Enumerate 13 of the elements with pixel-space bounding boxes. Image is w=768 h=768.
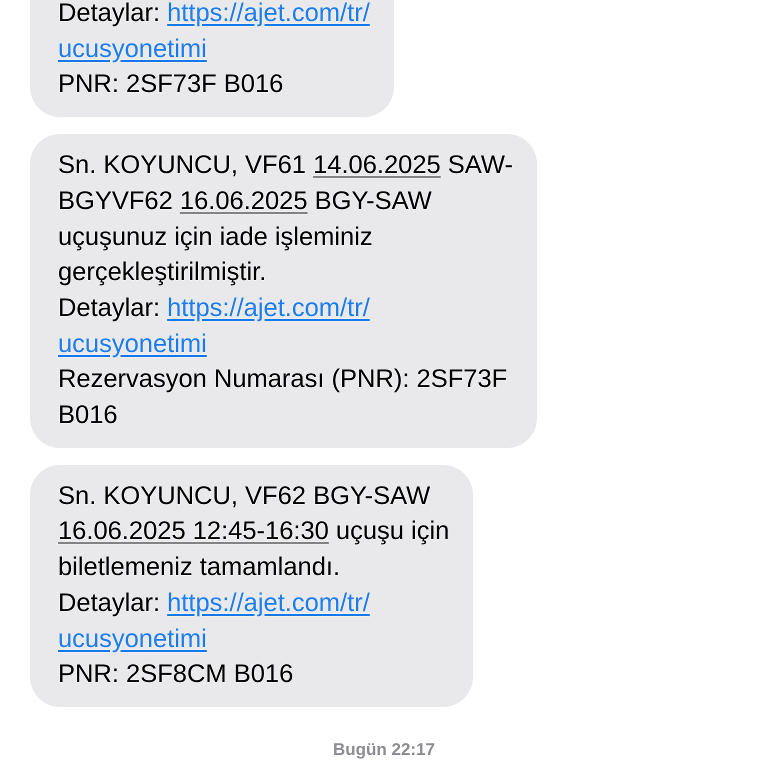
date-link[interactable]: 16.06.2025 — [180, 186, 308, 215]
url-link[interactable]: https://ajet.com/tr/ — [167, 588, 370, 617]
url-link[interactable]: ucusyonetimi — [58, 330, 207, 358]
url-link[interactable]: ucusyonetimi — [58, 624, 207, 653]
message-text: Sn. KOYUNCU, VF61 14.06.2025 SAW- BGYVF62 16.06.2025 BGY-SAW uçuşunuz için iade işleminiz gerçekleştirilmiştir. Detaylar: https://ajet.com/tr/ ucusyonetimi Rezervasyon Numarası (PNR): 2SF73F B016 — [58, 150, 513, 432]
date-link[interactable]: 16.06.2025 12:45-16:30 — [58, 517, 329, 546]
url-link[interactable]: ucusyonetimi — [58, 34, 207, 63]
message-text: Detaylar: https://ajet.com/tr/ ucusyonetimi PNR: 2SF73F B016 — [58, 0, 370, 100]
message-text: Sn. KOYUNCU, VF62 BGY-SAW 16.06.2025 12:45-16:30 uçuşu için biletlemeniz tamamlandı. Detaylar: https://ajet.com/tr/ ucusyonetimi PNR: 2SF8CM B016 — [58, 480, 450, 690]
url-link[interactable]: https://ajet.com/tr/ — [167, 294, 370, 322]
date-link[interactable]: 14.06.2025 — [313, 151, 441, 180]
url-link[interactable]: https://ajet.com/tr/ — [167, 0, 370, 27]
timestamp: Bugün 22:17 — [332, 740, 436, 760]
